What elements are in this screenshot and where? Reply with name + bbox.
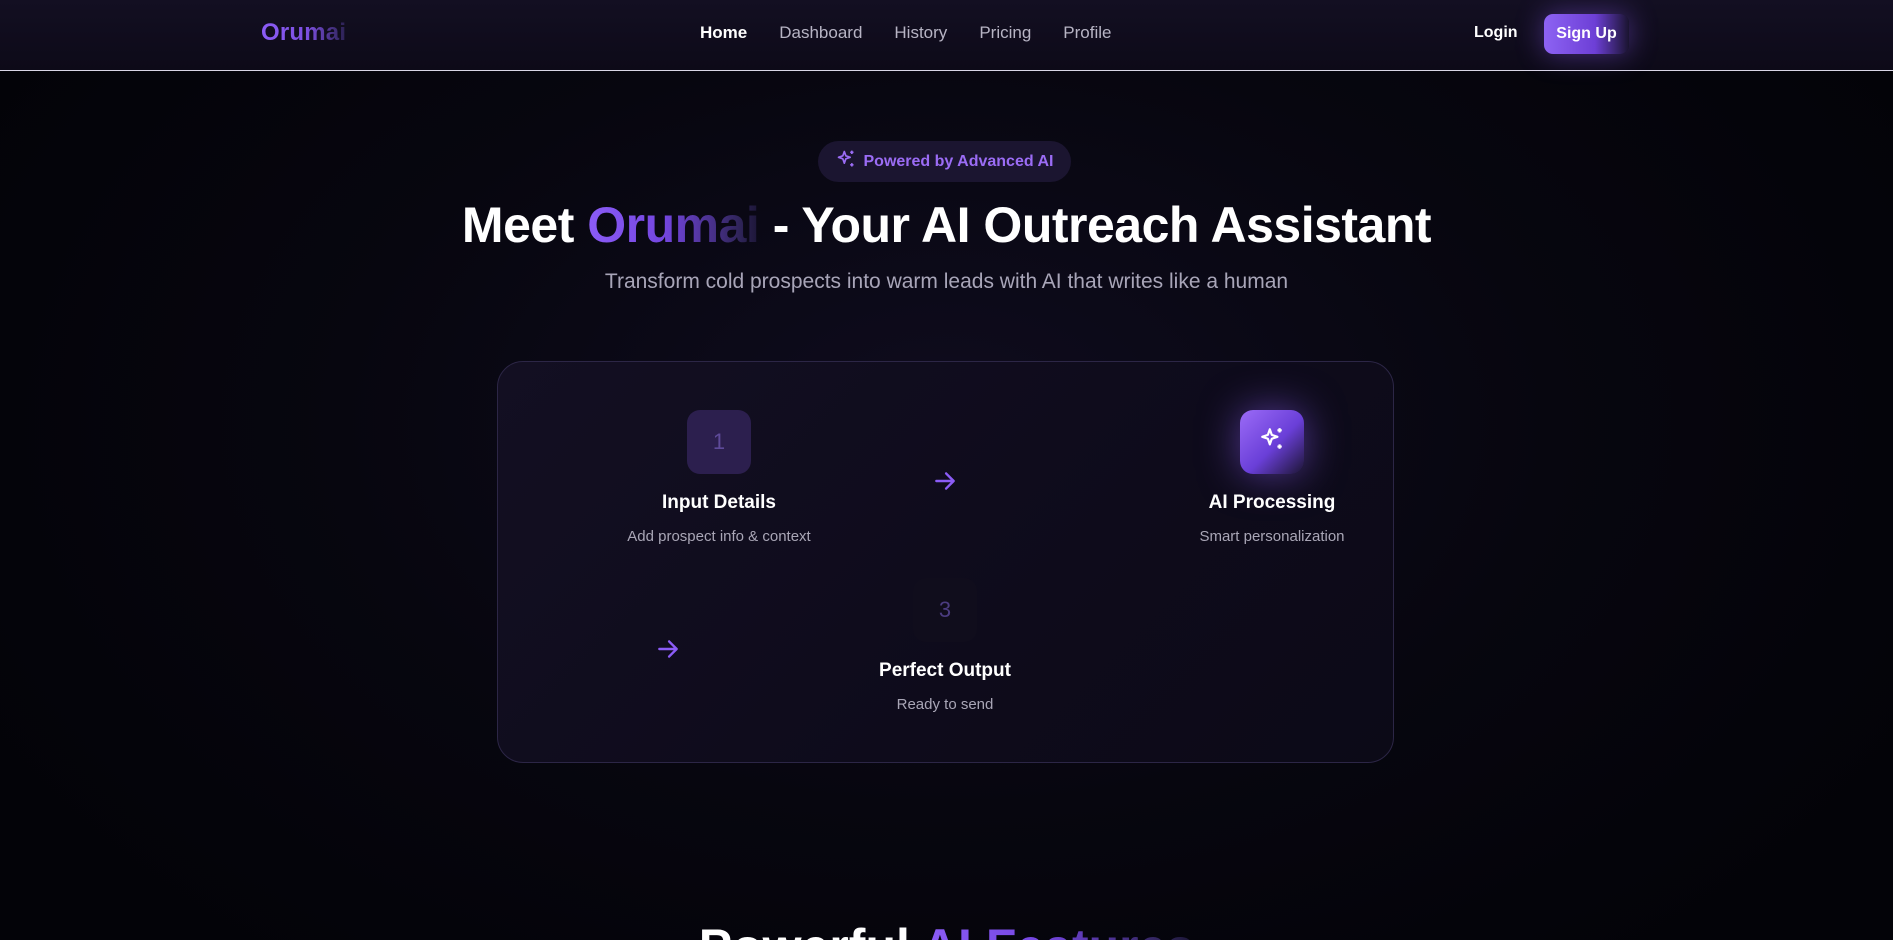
hero-title-suffix: - Your AI Outreach Assistant [759, 197, 1432, 253]
nav-link-dashboard[interactable]: Dashboard [779, 23, 862, 43]
hero-subtitle: Transform cold prospects into warm leads… [604, 270, 1289, 293]
powered-by-badge: Powered by Advanced AI [818, 141, 1071, 182]
nav-link-history[interactable]: History [894, 23, 947, 43]
hero-title-prefix: Meet [461, 197, 588, 253]
features-title-prefix: Powerful [699, 919, 922, 940]
features-section-title: Powerful AI Features [0, 918, 1893, 940]
step-description: Smart personalization [1199, 528, 1345, 545]
step-icon-badge [1240, 410, 1304, 474]
sign-up-button[interactable]: Sign Up [1544, 14, 1629, 54]
login-link[interactable]: Login [1474, 24, 1518, 42]
badge-text: Powered by Advanced AI [863, 152, 1054, 170]
step-input-details: 1 Input Details Add prospect info & cont… [569, 410, 869, 545]
nav-link-home[interactable]: Home [700, 23, 747, 43]
sparkles-icon [836, 149, 856, 174]
step-perfect-output: 3 Perfect Output Ready to send [795, 578, 1095, 713]
step-title: Perfect Output [879, 660, 1011, 681]
step-number-badge: 3 [913, 578, 977, 642]
sparkles-icon [1259, 426, 1285, 458]
nav-links: Home Dashboard History Pricing Profile [700, 23, 1111, 43]
arrow-right-icon [658, 640, 678, 658]
top-navigation: Orumai Home Dashboard History Pricing Pr… [0, 0, 1893, 71]
features-title-highlight: AI Features [922, 919, 1194, 940]
step-description: Ready to send [896, 696, 994, 713]
step-description: Add prospect info & context [627, 528, 811, 545]
workflow-card: 1 Input Details Add prospect info & cont… [497, 361, 1394, 763]
step-ai-processing: AI Processing Smart personalization [1122, 410, 1422, 545]
arrow-right-icon [935, 472, 955, 490]
step-title: AI Processing [1208, 492, 1336, 513]
step-number-badge: 1 [687, 410, 751, 474]
hero-title-brand: Orumai [587, 197, 760, 253]
nav-link-profile[interactable]: Profile [1063, 23, 1111, 43]
brand-logo[interactable]: Orumai [261, 19, 346, 47]
step-title: Input Details [661, 492, 776, 513]
hero-title: Meet Orumai - Your AI Outreach Assistant [0, 196, 1893, 254]
nav-link-pricing[interactable]: Pricing [979, 23, 1031, 43]
